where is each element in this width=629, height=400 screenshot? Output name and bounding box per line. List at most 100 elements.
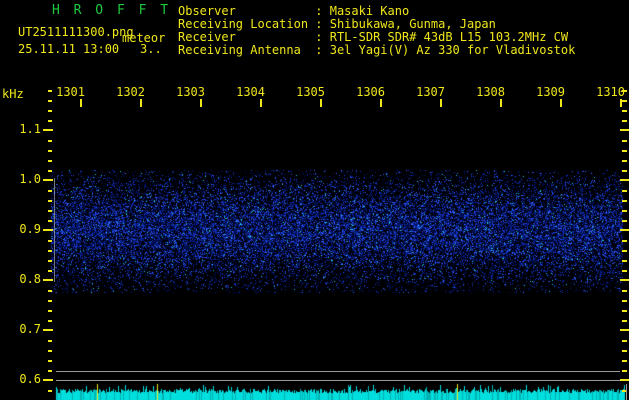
freq-minor-tick (622, 140, 627, 142)
freq-major-tick (620, 129, 629, 131)
freq-minor-tick (48, 300, 52, 302)
time-tick-mark (500, 99, 502, 107)
freq-minor-tick (48, 100, 52, 102)
freq-minor-tick (622, 320, 627, 322)
time-tick-mark (80, 99, 82, 107)
freq-minor-tick (622, 370, 627, 372)
baseline-line (56, 371, 620, 372)
time-tick-label: 1306 (355, 86, 385, 99)
time-tick-label: 1302 (115, 86, 145, 99)
time-tick-label: 1308 (475, 86, 505, 99)
freq-major-tick (620, 179, 629, 181)
info-value: Masaki Kano (330, 4, 409, 18)
time-tick-mark (140, 99, 142, 107)
freq-minor-tick (622, 260, 627, 262)
freq-minor-tick (622, 210, 627, 212)
freq-minor-tick (48, 210, 52, 212)
freq-major-tick (43, 129, 53, 131)
freq-major-tick (43, 279, 53, 281)
freq-minor-tick (48, 120, 52, 122)
freq-minor-tick (622, 270, 627, 272)
time-tick-mark (260, 99, 262, 107)
y-axis-unit-label: kHz (2, 88, 24, 101)
station-info-row: Receiving Antenna: 3el Yagi(V) Az 330 fo… (178, 44, 575, 57)
freq-tick-label: 1.1 (0, 123, 41, 136)
freq-tick-label: 0.6 (0, 373, 41, 386)
echo-count-label: 3.. (140, 43, 162, 56)
freq-minor-tick (48, 220, 52, 222)
spectrogram-canvas (0, 0, 629, 400)
output-filename: UT2511111300.png (18, 26, 134, 39)
freq-major-tick (43, 329, 53, 331)
freq-minor-tick (622, 160, 627, 162)
freq-minor-tick (622, 150, 627, 152)
time-tick-label: 1304 (235, 86, 265, 99)
freq-minor-tick (48, 370, 52, 372)
freq-minor-tick (48, 200, 52, 202)
info-sep: : (315, 17, 329, 31)
freq-major-tick (620, 229, 629, 231)
freq-minor-tick (622, 300, 627, 302)
freq-minor-tick (48, 340, 52, 342)
freq-minor-tick (48, 240, 52, 242)
freq-minor-tick (622, 190, 627, 192)
freq-minor-tick (48, 270, 52, 272)
freq-minor-tick (622, 220, 627, 222)
freq-tick-label: 1.0 (0, 173, 41, 186)
time-tick-mark (440, 99, 442, 107)
app-title: H R O F F T (52, 4, 171, 18)
time-tick-label: 1310 (595, 86, 625, 99)
freq-minor-tick (622, 310, 627, 312)
freq-minor-tick (622, 100, 627, 102)
freq-minor-tick (622, 250, 627, 252)
info-value: RTL-SDR SDR# 43dB L15 103.2MHz CW (330, 30, 568, 44)
freq-minor-tick (48, 290, 52, 292)
time-tick-label: 1307 (415, 86, 445, 99)
freq-minor-tick (48, 190, 52, 192)
freq-major-tick (43, 179, 53, 181)
freq-minor-tick (48, 140, 52, 142)
info-sep: : (315, 43, 329, 57)
freq-minor-tick (48, 150, 52, 152)
freq-major-tick (43, 379, 53, 381)
freq-minor-tick (622, 90, 627, 92)
freq-minor-tick (48, 160, 52, 162)
freq-tick-label: 0.8 (0, 273, 41, 286)
freq-minor-tick (48, 260, 52, 262)
freq-minor-tick (622, 110, 627, 112)
freq-tick-label: 0.9 (0, 223, 41, 236)
time-tick-mark (380, 99, 382, 107)
info-label: Receiving Antenna (178, 44, 315, 57)
freq-minor-tick (622, 200, 627, 202)
time-tick-label: 1305 (295, 86, 325, 99)
freq-minor-tick (622, 290, 627, 292)
freq-minor-tick (48, 90, 52, 92)
time-tick-label: 1309 (535, 86, 565, 99)
time-tick-mark (560, 99, 562, 107)
freq-minor-tick (622, 240, 627, 242)
freq-minor-tick (48, 350, 52, 352)
freq-major-tick (620, 329, 629, 331)
freq-major-tick (620, 279, 629, 281)
freq-minor-tick (622, 120, 627, 122)
freq-minor-tick (622, 360, 627, 362)
time-tick-label: 1303 (175, 86, 205, 99)
freq-minor-tick (48, 390, 52, 392)
freq-minor-tick (48, 320, 52, 322)
freq-major-tick (43, 229, 53, 231)
hrofft-screen: H R O F F T UT2511111300.png meteor 25.1… (0, 0, 629, 400)
freq-minor-tick (48, 250, 52, 252)
band-left-edge-line (54, 178, 55, 282)
time-tick-label: 1301 (55, 86, 85, 99)
strip-right-edge-line (626, 384, 627, 400)
freq-minor-tick (48, 360, 52, 362)
freq-minor-tick (622, 340, 627, 342)
time-tick-mark (320, 99, 322, 107)
freq-minor-tick (48, 170, 52, 172)
datetime-label: 25.11.11 13:00 (18, 43, 119, 56)
freq-minor-tick (48, 310, 52, 312)
info-sep: : (315, 30, 329, 44)
freq-minor-tick (622, 350, 627, 352)
freq-tick-label: 0.7 (0, 323, 41, 336)
info-sep: : (315, 4, 329, 18)
